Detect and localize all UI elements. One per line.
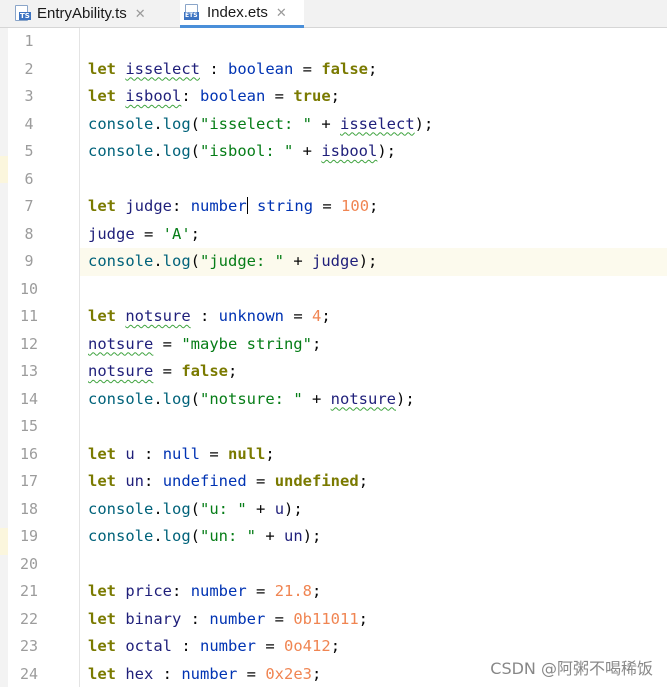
code-line: console.log("notsure: " + notsure); [88, 386, 415, 414]
line-number: 3 [8, 83, 50, 111]
change-marker [0, 528, 8, 555]
close-icon[interactable]: ✕ [135, 6, 146, 22]
line-number: 16 [8, 441, 50, 469]
code-line: let price: number = 21.8; [88, 578, 321, 606]
watermark: CSDN @阿粥不喝稀饭 [490, 655, 653, 679]
code-line: judge = 'A'; [88, 221, 200, 249]
line-number: 18 [8, 496, 50, 524]
line-number: 11 [8, 303, 50, 331]
close-icon[interactable]: ✕ [276, 5, 287, 21]
code-line: console.log("isselect: " + isselect); [88, 111, 433, 139]
tab-label: EntryAbility.ts [37, 5, 127, 22]
line-number: 13 [8, 358, 50, 386]
line-number: 19 [8, 523, 50, 551]
line-number: 12 [8, 331, 50, 359]
code-line: let isbool: boolean = true; [88, 83, 340, 111]
code-line: let notsure : unknown = 4; [88, 303, 331, 331]
line-number: 23 [8, 633, 50, 661]
line-number-gutter: 1 2 3 4 5 6 7 8 9 10 11 12 13 14 15 16 1… [8, 28, 80, 687]
line-number: 1 [8, 28, 50, 56]
code-line: let u : null = null; [88, 441, 275, 469]
code-line: let binary : number = 0b11011; [88, 606, 368, 634]
code-line: console.log("isbool: " + isbool); [88, 138, 396, 166]
line-number: 24 [8, 661, 50, 688]
editor-tab-bar: TS EntryAbility.ts ✕ ETS Index.ets ✕ [0, 0, 667, 28]
line-number: 6 [8, 166, 50, 194]
code-editor[interactable]: let isselect : boolean = false; let isbo… [80, 28, 667, 687]
line-number: 5 [8, 138, 50, 166]
code-line: let hex : number = 0x2e3; [88, 661, 321, 688]
line-number: 22 [8, 606, 50, 634]
code-line: notsure = "maybe string"; [88, 331, 321, 359]
code-line: let isselect : boolean = false; [88, 56, 377, 84]
tab-label: Index.ets [207, 4, 268, 21]
code-line: notsure = false; [88, 358, 237, 386]
code-line: console.log("u: " + u); [88, 496, 303, 524]
line-number: 4 [8, 111, 50, 139]
line-number: 21 [8, 578, 50, 606]
code-line: console.log("un: " + un); [88, 523, 321, 551]
ets-file-icon: ETS [184, 4, 201, 21]
line-number: 9 [8, 248, 50, 276]
ts-file-icon: TS [14, 5, 31, 22]
tab-index[interactable]: ETS Index.ets ✕ [180, 0, 304, 28]
left-strip [0, 28, 8, 687]
line-number: 15 [8, 413, 50, 441]
line-number: 2 [8, 56, 50, 84]
line-number: 17 [8, 468, 50, 496]
line-number: 10 [8, 276, 50, 304]
line-number: 7 [8, 193, 50, 221]
line-number: 8 [8, 221, 50, 249]
code-line: let judge: number string = 100; [88, 193, 378, 221]
line-number: 14 [8, 386, 50, 414]
line-number: 20 [8, 551, 50, 579]
change-marker [0, 156, 8, 183]
tab-entryability[interactable]: TS EntryAbility.ts ✕ [14, 0, 174, 27]
code-line: let un: undefined = undefined; [88, 468, 368, 496]
code-line: console.log("judge: " + judge); [88, 248, 377, 276]
code-line: let octal : number = 0o412; [88, 633, 340, 661]
